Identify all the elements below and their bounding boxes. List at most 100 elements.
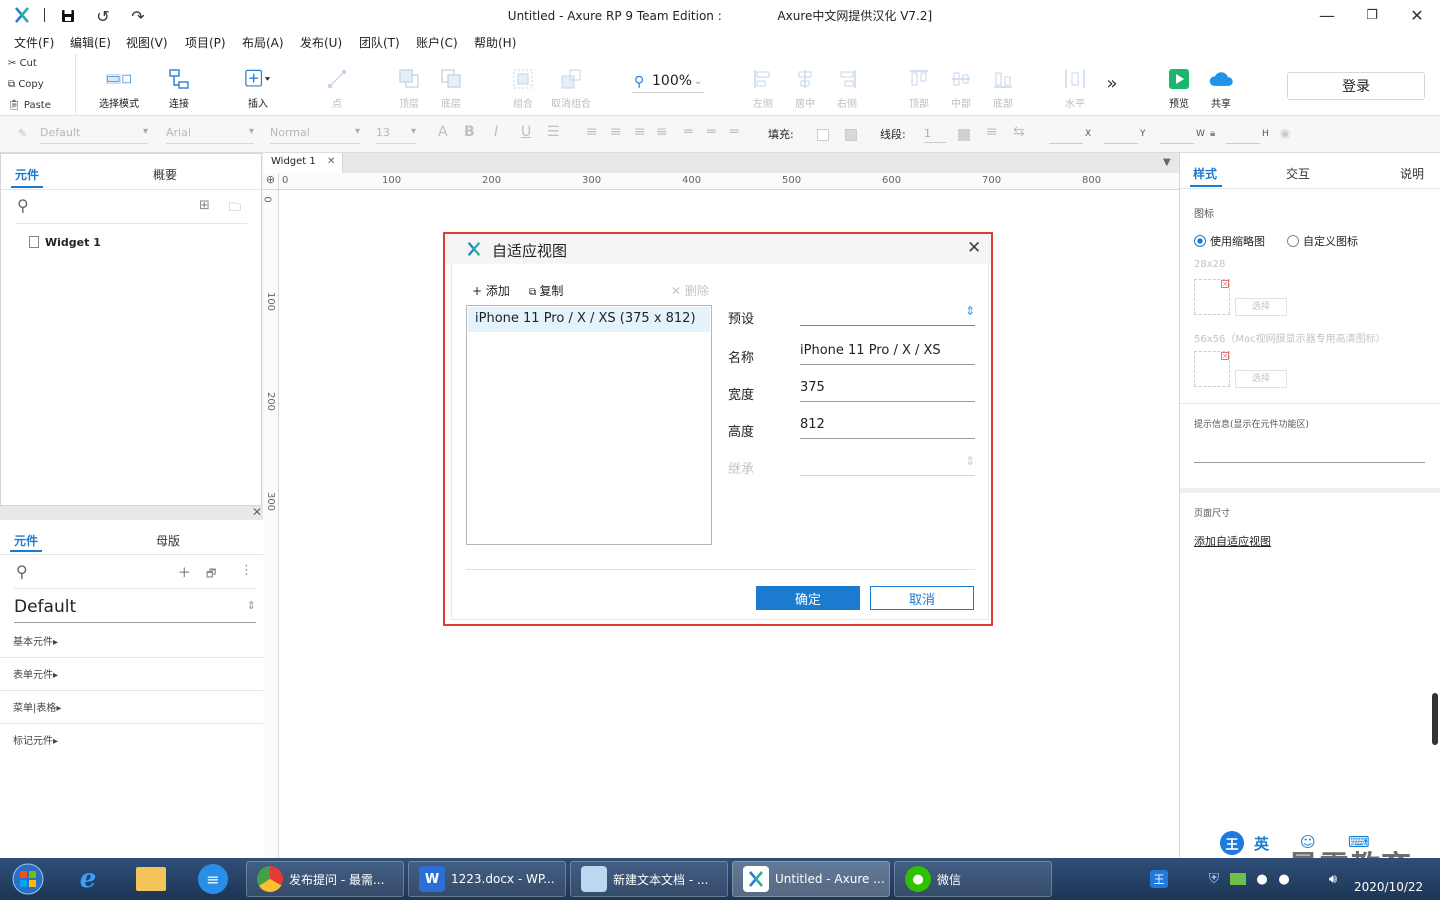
close-tab-icon[interactable]: ✕ <box>327 156 335 167</box>
menu-project[interactable]: 项目(P) <box>185 34 226 51</box>
delete-view-button[interactable]: ✕ 删除 <box>671 282 709 299</box>
width-input[interactable]: 375 <box>800 376 975 402</box>
top-layer-button[interactable]: 顶层 <box>390 53 428 113</box>
tab-style[interactable]: 样式 <box>1193 165 1217 182</box>
menu-file[interactable]: 文件(F) <box>14 34 54 51</box>
tab-pages[interactable]: 元件 <box>15 166 39 183</box>
add-page-icon[interactable]: ⊞ <box>199 198 210 213</box>
point-button[interactable]: 点 <box>318 53 356 113</box>
more-options-icon[interactable]: ⋮ <box>240 563 253 578</box>
taskbar-item-wechat[interactable]: ● 微信 <box>894 861 1052 897</box>
taskbar-item-wps[interactable]: W 1223.docx - WP... <box>408 861 566 897</box>
search-icon[interactable]: ⚲ <box>16 562 28 581</box>
group-button[interactable]: 组合 <box>504 53 542 113</box>
line-color-swatch[interactable] <box>958 129 970 141</box>
lock-icon[interactable]: 🔒︎ <box>1210 128 1215 139</box>
select-mode-button[interactable]: 选择模式 <box>90 53 148 113</box>
file-explorer-icon[interactable] <box>136 867 166 891</box>
y-input[interactable] <box>1104 130 1138 144</box>
close-window-button[interactable]: ✕ <box>1394 0 1440 31</box>
valign-middle-icon[interactable]: ═ <box>707 124 715 140</box>
tray-volume-icon[interactable]: 🔊︎ <box>1324 870 1342 888</box>
bold-icon[interactable]: B <box>464 124 475 140</box>
cancel-button[interactable]: 取消 <box>870 586 974 610</box>
shadow-swatch[interactable] <box>845 129 857 141</box>
ime-language-toggle[interactable]: 英 <box>1254 833 1269 854</box>
line-width-input[interactable]: 1 <box>924 127 946 143</box>
select-icon-56-button[interactable]: 选择 <box>1235 370 1287 388</box>
tab-outline[interactable]: 概要 <box>153 166 177 183</box>
radio-custom-icon[interactable]: 自定义图标 <box>1287 233 1358 249</box>
italic-icon[interactable]: I <box>494 124 498 140</box>
ungroup-button[interactable]: 取消组合 <box>546 53 596 113</box>
distribute-horizontal-button[interactable]: 水平 <box>1056 53 1094 113</box>
connect-button[interactable]: 连接 <box>160 53 198 113</box>
search-icon[interactable]: ⚲ <box>17 196 29 215</box>
font-weight-select[interactable]: Normal <box>270 126 360 144</box>
tab-interactions[interactable]: 交互 <box>1286 165 1310 182</box>
add-view-button[interactable]: + 添加 <box>472 282 510 299</box>
align-text-right-icon[interactable]: ≡ <box>634 124 646 140</box>
zoom-select[interactable]: ⚲ 100% ⌄ <box>632 71 704 93</box>
insert-button[interactable]: 插入 <box>238 53 278 113</box>
justify-text-icon[interactable]: ≡ <box>656 124 668 140</box>
line-style-icon[interactable]: ≡ <box>986 124 998 140</box>
tray-qq-icon[interactable]: ● <box>1254 870 1270 888</box>
align-text-left-icon[interactable]: ≡ <box>586 124 598 140</box>
align-right-button[interactable]: 右侧 <box>828 53 866 113</box>
arrow-style-icon[interactable]: ⇆ <box>1013 124 1025 140</box>
font-color-icon[interactable]: A <box>438 124 448 140</box>
cut-button[interactable]: ✂ Cut <box>8 58 37 69</box>
add-adaptive-view-link[interactable]: 添加自适应视图 <box>1194 533 1271 549</box>
menu-edit[interactable]: 编辑(E) <box>70 34 111 51</box>
menu-layout[interactable]: 布局(A) <box>242 34 284 51</box>
valign-top-icon[interactable]: ═ <box>684 124 692 140</box>
ok-button[interactable]: 确定 <box>756 586 860 610</box>
ruler-origin-icon[interactable]: ⊕ <box>263 173 279 190</box>
copy-button[interactable]: ⧉ Copy <box>8 79 44 90</box>
font-size-select[interactable]: 13 <box>376 126 416 144</box>
bullet-list-icon[interactable]: ☰ <box>547 124 560 140</box>
network-globe-icon[interactable]: ≡ <box>198 864 228 894</box>
start-button-icon[interactable] <box>6 861 50 897</box>
valign-bottom-icon[interactable]: ═ <box>730 124 738 140</box>
views-list-item[interactable]: iPhone 11 Pro / X / XS (375 x 812) <box>468 307 710 332</box>
scrollbar-thumb[interactable] <box>1432 693 1438 745</box>
tab-libraries[interactable]: 元件 <box>14 532 38 549</box>
taskbar-item-chrome[interactable]: 发布提问 - 最需... <box>246 861 404 897</box>
menu-view[interactable]: 视图(V) <box>126 34 168 51</box>
visibility-eye-icon[interactable]: ◉ <box>1280 126 1290 140</box>
share-button[interactable]: 共享 <box>1202 53 1240 113</box>
library-window-icon[interactable]: 🗗︎ <box>206 565 216 584</box>
tab-notes[interactable]: 说明 <box>1400 165 1424 182</box>
page-item-widget1[interactable]: Widget 1 <box>29 236 101 249</box>
paste-button[interactable]: 📋︎ Paste <box>8 100 51 111</box>
menu-team[interactable]: 团队(T) <box>359 34 400 51</box>
add-library-icon[interactable]: + <box>178 563 191 581</box>
h-input[interactable] <box>1226 130 1260 144</box>
bottom-layer-button[interactable]: 底层 <box>432 53 470 113</box>
menu-account[interactable]: 账户(C) <box>416 34 458 51</box>
menu-help[interactable]: 帮助(H) <box>474 34 516 51</box>
tab-masters[interactable]: 母版 <box>156 532 180 549</box>
ime-logo[interactable]: 王 <box>1220 831 1244 855</box>
tray-ime-icon[interactable]: 王 <box>1150 870 1168 888</box>
more-tools-icon[interactable]: » <box>1102 73 1122 94</box>
canvas-tab-widget1[interactable]: Widget 1 ✕ <box>263 153 343 173</box>
name-input[interactable]: iPhone 11 Pro / X / XS <box>800 339 975 365</box>
maximize-button[interactable]: ❐ <box>1349 0 1395 31</box>
tab-dropdown-icon[interactable]: ▼ <box>1163 157 1171 168</box>
font-select[interactable]: Arial <box>166 126 254 144</box>
align-bottom-button[interactable]: 底部 <box>984 53 1022 113</box>
tray-shield-icon[interactable]: ⛨ <box>1205 870 1223 888</box>
login-button[interactable]: 登录 <box>1287 72 1425 100</box>
tooltip-input[interactable] <box>1194 439 1425 463</box>
close-dialog-icon[interactable]: ✕ <box>967 238 981 258</box>
fill-color-swatch[interactable] <box>817 129 829 141</box>
align-center-button[interactable]: 居中 <box>786 53 824 113</box>
style-select[interactable]: Default <box>40 126 148 144</box>
w-input[interactable] <box>1160 130 1194 144</box>
select-icon-28-button[interactable]: 选择 <box>1235 298 1287 316</box>
height-input[interactable]: 812 <box>800 413 975 439</box>
library-section-menus-tables[interactable]: 菜单|表格▸ <box>0 691 270 724</box>
